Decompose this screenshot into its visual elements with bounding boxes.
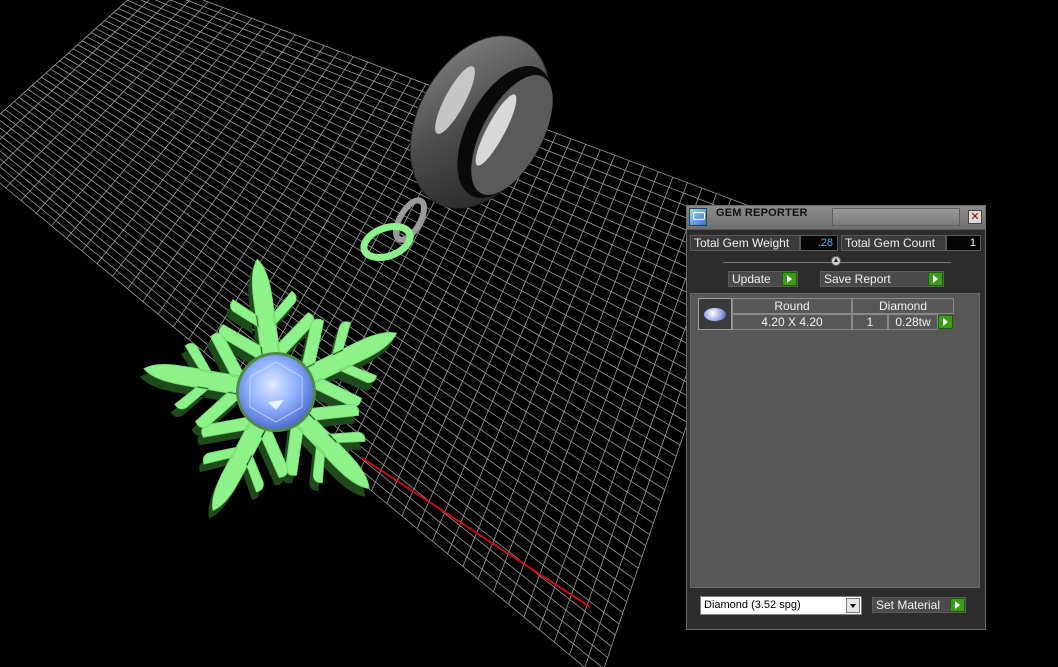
total-gem-weight-value: .28	[800, 235, 838, 251]
gem-size-cell: 4.20 X 4.20	[732, 314, 852, 330]
play-arrow-icon	[782, 272, 797, 286]
material-header: Diamond	[852, 298, 954, 314]
update-button[interactable]: Update	[728, 271, 798, 287]
gem-reporter-panel: GEM REPORTER ✕ Total Gem Weight .28 Tota…	[686, 205, 986, 630]
round-gem-icon[interactable]	[698, 298, 732, 330]
title-bar[interactable]: GEM REPORTER ✕	[687, 206, 985, 230]
gem-reporter-app-icon	[689, 208, 707, 226]
update-label: Update	[732, 272, 771, 286]
play-arrow-icon	[928, 272, 943, 286]
set-material-label: Set Material	[876, 598, 941, 612]
save-report-button[interactable]: Save Report	[820, 271, 944, 287]
grid-line	[5, 0, 191, 189]
gem-list[interactable]: Round Diamond 4.20 X 4.20 1 0.28tw	[690, 293, 980, 588]
total-gem-count-label: Total Gem Count	[841, 235, 946, 251]
gem-qty-cell: 1	[852, 314, 888, 330]
grid-line	[447, 155, 616, 554]
set-material-button[interactable]: Set Material	[872, 597, 966, 613]
grid-line	[0, 0, 171, 167]
grid-line	[100, 24, 719, 334]
grid-line	[462, 160, 630, 567]
gem-weight-cell: 0.28tw	[888, 314, 938, 330]
total-gem-weight-label: Total Gem Weight	[690, 235, 800, 251]
close-icon[interactable]: ✕	[968, 210, 982, 224]
material-select-value: Diamond (3.52 spg)	[704, 599, 801, 611]
total-gem-count-value: 1	[946, 235, 981, 251]
play-arrow-icon[interactable]	[938, 315, 953, 329]
material-select[interactable]: Diamond (3.52 spg)	[700, 596, 862, 615]
title-bar-fill	[832, 208, 960, 226]
splitter-handle[interactable]: ▲	[831, 256, 841, 266]
save-report-label: Save Report	[824, 272, 891, 286]
chevron-down-icon[interactable]	[846, 598, 860, 613]
panel-title: GEM REPORTER	[716, 207, 808, 219]
shape-header: Round	[732, 298, 852, 314]
play-arrow-icon	[950, 598, 965, 612]
grid-line	[0, 0, 129, 115]
